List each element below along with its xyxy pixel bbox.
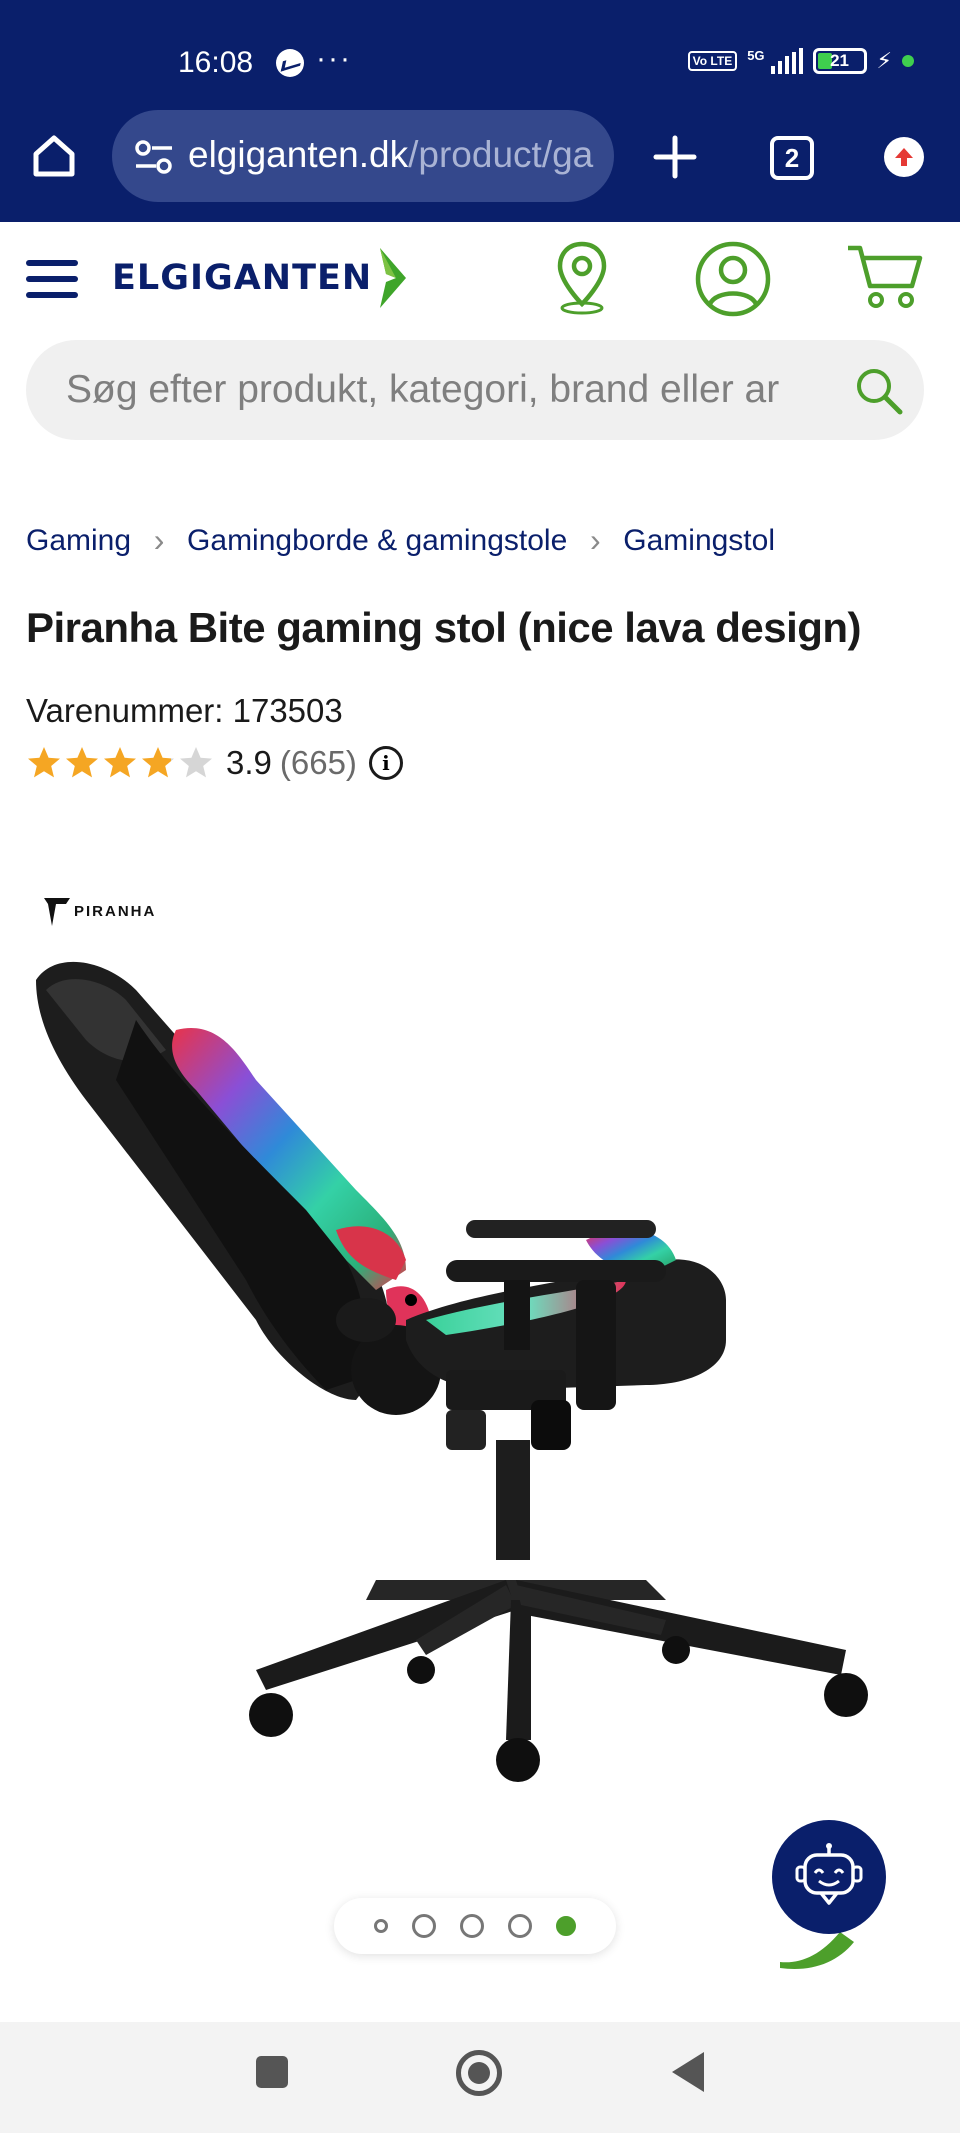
volte-icon: Vo LTE (687, 51, 738, 71)
signal-icon (770, 48, 803, 74)
cart-icon[interactable] (846, 240, 924, 310)
rating-stars (26, 745, 214, 781)
sku: Varenummer: 173503 (26, 692, 343, 730)
url-domain: elgiganten.dk (188, 134, 409, 175)
carousel-dot-active[interactable] (556, 1916, 576, 1936)
search-input[interactable] (66, 362, 836, 418)
tab-switcher-button[interactable]: 2 (770, 136, 814, 180)
carousel-dot[interactable] (508, 1914, 532, 1938)
search-bar[interactable] (26, 340, 924, 440)
image-carousel-dots (334, 1898, 616, 1954)
back-icon[interactable] (672, 2052, 704, 2092)
url-bar[interactable]: elgiganten.dk/product/ga (112, 110, 614, 202)
store-locator-icon[interactable] (554, 240, 610, 316)
info-icon[interactable]: i (368, 746, 403, 780)
menu-icon[interactable] (26, 260, 78, 298)
more-notifications-icon: ··· (316, 42, 352, 75)
url-text[interactable]: elgiganten.dk/product/ga (188, 134, 593, 176)
logo-chevron-icon (380, 248, 407, 308)
site-settings-icon[interactable] (134, 140, 174, 174)
star-icon (104, 747, 136, 778)
url-path: /product/ga (408, 134, 594, 175)
carousel-dot[interactable] (412, 1914, 436, 1938)
status-time: 16:08 (178, 46, 254, 79)
logo-text: ELGIGANTEN (112, 258, 373, 298)
product-title: Piranha Bite gaming stol (nice lava desi… (26, 604, 862, 651)
robot-icon (795, 1843, 863, 1905)
chatbot-button[interactable] (772, 1820, 886, 1934)
privacy-indicator-icon (902, 55, 914, 67)
status-indicators: Vo LTE 5G 21 ⚡ (687, 48, 914, 74)
rating-value: 3.9 (226, 744, 272, 781)
breadcrumb-gamingborde[interactable]: Gamingborde & gamingstole (187, 524, 567, 558)
network-type: 5G (747, 48, 765, 63)
battery-level: 21 (830, 51, 849, 70)
chevron-right-icon: › (153, 522, 165, 558)
breadcrumb: Gaming › Gamingborde & gamingstole › Gam… (26, 522, 775, 559)
browser-chrome: 16:08 ··· Vo LTE 5G 21 ⚡ elgiganten.dk/p… (0, 0, 960, 222)
elgiganten-logo[interactable]: ELGIGANTEN (112, 246, 410, 310)
star-icon (142, 747, 174, 778)
home-icon[interactable] (30, 132, 78, 180)
update-icon[interactable] (884, 137, 924, 177)
recent-apps-icon[interactable] (256, 2056, 288, 2088)
product-rating[interactable]: 3.9 (665) i (26, 744, 403, 782)
review-count[interactable]: (665) (280, 744, 357, 782)
sku-label: Varenummer: (26, 692, 224, 729)
star-icon (66, 747, 98, 778)
messenger-icon (276, 49, 304, 77)
charging-icon: ⚡ (876, 48, 892, 73)
star-icon (28, 747, 60, 778)
system-home-icon[interactable] (456, 2050, 502, 2096)
new-tab-icon[interactable] (652, 134, 698, 180)
breadcrumb-gaming[interactable]: Gaming (26, 524, 131, 558)
sku-value: 173503 (232, 692, 343, 729)
account-icon[interactable] (694, 240, 772, 318)
carousel-dot[interactable] (460, 1914, 484, 1938)
chevron-right-icon: › (589, 522, 601, 558)
star-icon (180, 747, 212, 778)
product-image[interactable] (26, 880, 926, 1880)
breadcrumb-gamingstol[interactable]: Gamingstol (623, 524, 775, 558)
carousel-dot[interactable] (374, 1919, 388, 1933)
search-icon[interactable] (854, 366, 904, 416)
battery-icon: 21 (812, 48, 867, 74)
system-navigation-bar (0, 2022, 960, 2133)
